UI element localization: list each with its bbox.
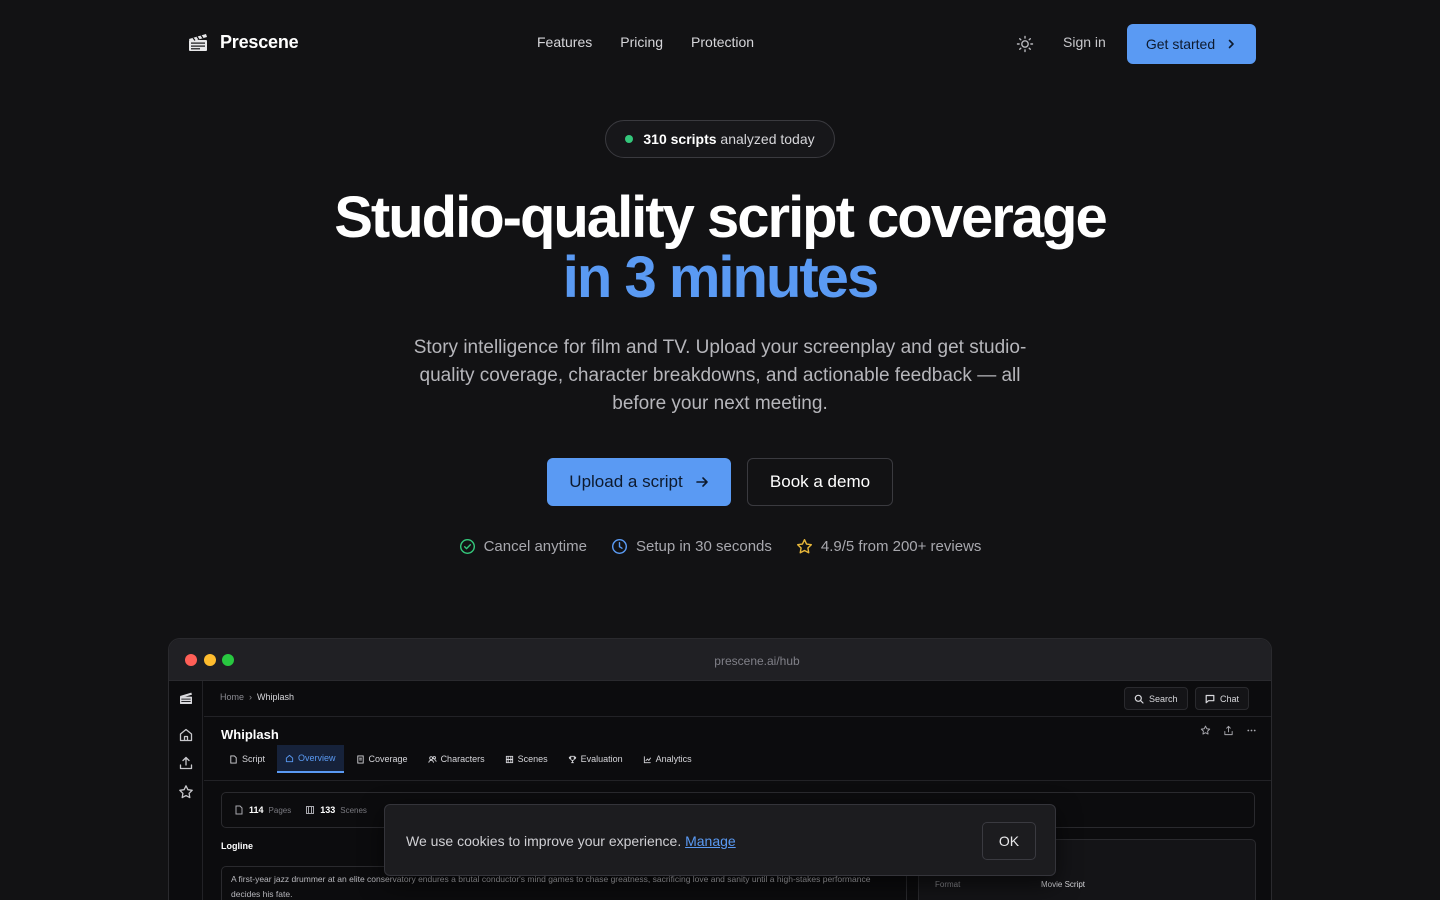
share-icon[interactable]: [1223, 725, 1234, 736]
window-titlebar: prescene.ai/hub: [169, 639, 1271, 681]
tab-label: Evaluation: [580, 754, 623, 764]
arrow-right-icon: [695, 477, 708, 487]
home-icon[interactable]: [178, 727, 194, 743]
trust-text-setup: Setup in 30 seconds: [635, 538, 772, 555]
top-nav: Prescene Features Pricing Protection Sig…: [0, 0, 1440, 88]
search-label: Search: [1149, 693, 1178, 704]
trust-item-cancel: Cancel anytime: [459, 538, 587, 555]
document-icon: [356, 754, 364, 764]
get-started-button[interactable]: Get started: [1127, 24, 1256, 64]
hero-title-line1: Studio-quality script coverage: [334, 185, 1108, 250]
breadcrumb: Home › Whiplash: [220, 692, 294, 702]
trust-text-reviews: 4.9/5 from 200+ reviews: [820, 538, 982, 555]
meta-key: Format: [935, 880, 961, 889]
cookie-manage-link[interactable]: Manage: [685, 833, 736, 849]
clock-icon: [611, 538, 627, 555]
cookie-text: We use cookies to improve your experienc…: [406, 833, 686, 849]
document-title: Whiplash: [221, 727, 279, 742]
hero-title: Studio-quality script coverage in 3 minu…: [0, 188, 1440, 308]
window-url: prescene.ai/hub: [714, 654, 800, 668]
search-icon: [1134, 694, 1144, 704]
badge-rest: analyzed today: [716, 131, 815, 147]
tabs-divider: [204, 780, 1271, 781]
document-actions: [1200, 725, 1257, 736]
tab-label: Analytics: [655, 754, 692, 764]
brand-name: Prescene: [220, 31, 299, 52]
breadcrumb-home[interactable]: Home: [220, 692, 244, 702]
search-button[interactable]: Search: [1124, 687, 1188, 710]
chat-icon: [1205, 694, 1215, 703]
upload-script-button[interactable]: Upload a script: [547, 458, 731, 506]
stat-value: 114: [249, 805, 264, 815]
trust-row: Cancel anytime Setup in 30 seconds 4.9/5…: [0, 538, 1440, 555]
tab-label: Coverage: [368, 754, 408, 764]
stat-pages: 114 Pages: [234, 805, 291, 815]
chevron-right-icon: [1228, 39, 1234, 49]
check-circle-icon: [459, 538, 475, 555]
home-icon: [285, 754, 294, 762]
tab-coverage[interactable]: Coverage: [348, 745, 416, 773]
tab-scenes[interactable]: Scenes: [497, 745, 556, 773]
upload-icon[interactable]: [178, 755, 194, 771]
sun-icon[interactable]: [1015, 34, 1035, 54]
tab-script[interactable]: Script: [221, 745, 273, 773]
nav-link-protection[interactable]: Protection: [691, 34, 754, 50]
document-tabs: Script Overview Coverage Characters Scen…: [221, 745, 700, 773]
file-icon: [235, 805, 243, 815]
stat-label: Scenes: [340, 805, 367, 815]
stat-label: Pages: [268, 805, 292, 815]
trust-item-setup: Setup in 30 seconds: [611, 538, 772, 555]
more-icon[interactable]: [1246, 725, 1257, 736]
cookie-banner: We use cookies to improve your experienc…: [384, 804, 1056, 876]
star-icon[interactable]: [1200, 725, 1211, 736]
tab-label: Script: [242, 754, 266, 764]
breadcrumb-separator: ›: [249, 692, 253, 702]
users-icon: [427, 755, 437, 763]
star-icon[interactable]: [178, 784, 194, 800]
tab-overview[interactable]: Overview: [277, 745, 344, 773]
tab-analytics[interactable]: Analytics: [635, 745, 700, 773]
app-topbar: Home › Whiplash Search Chat: [204, 681, 1271, 717]
cookie-ok-button[interactable]: OK: [982, 822, 1036, 860]
chat-button[interactable]: Chat: [1195, 687, 1250, 710]
star-icon: [796, 538, 812, 554]
film-icon: [505, 755, 513, 763]
hero-title-accent: in 3 minutes: [562, 245, 879, 310]
tab-characters[interactable]: Characters: [420, 745, 493, 773]
book-demo-button[interactable]: Book a demo: [747, 458, 893, 506]
stat-value: 133: [320, 805, 336, 815]
nav-link-features[interactable]: Features: [537, 34, 592, 50]
trust-item-reviews: 4.9/5 from 200+ reviews: [796, 538, 982, 555]
clapperboard-icon[interactable]: [178, 690, 194, 706]
meta-value: Movie Script: [1041, 880, 1086, 889]
hero-subtitle: Story intelligence for film and TV. Uplo…: [413, 337, 1027, 414]
nav-link-pricing[interactable]: Pricing: [620, 34, 663, 50]
badge-count: 310 scripts: [643, 131, 717, 147]
live-dot-icon: [625, 135, 634, 143]
cookie-message: We use cookies to improve your experienc…: [406, 833, 736, 849]
tab-label: Characters: [440, 754, 485, 764]
upload-script-label: Upload a script: [569, 472, 683, 491]
activity-badge: 310 scripts analyzed today: [605, 120, 835, 158]
trophy-icon: [568, 755, 576, 763]
logline-heading: Logline: [221, 841, 253, 851]
brand-logo[interactable]: Prescene: [186, 30, 299, 54]
signin-link[interactable]: Sign in: [1063, 34, 1106, 50]
tab-label: Overview: [298, 753, 336, 763]
nav-links: Features Pricing Protection: [537, 34, 754, 50]
film-icon: [306, 806, 315, 814]
trust-text-cancel: Cancel anytime: [483, 538, 587, 555]
tab-evaluation[interactable]: Evaluation: [560, 745, 631, 773]
breadcrumb-current: Whiplash: [257, 692, 295, 702]
chat-label: Chat: [1220, 693, 1240, 704]
stat-scenes: 133 Scenes: [305, 805, 367, 815]
clapperboard-icon: [189, 34, 207, 51]
chart-icon: [643, 755, 651, 763]
badge-text: 310 scripts analyzed today: [643, 131, 814, 147]
app-sidebar: [169, 681, 203, 900]
tab-label: Scenes: [517, 754, 548, 764]
file-icon: [230, 754, 237, 764]
get-started-label: Get started: [1145, 36, 1216, 52]
